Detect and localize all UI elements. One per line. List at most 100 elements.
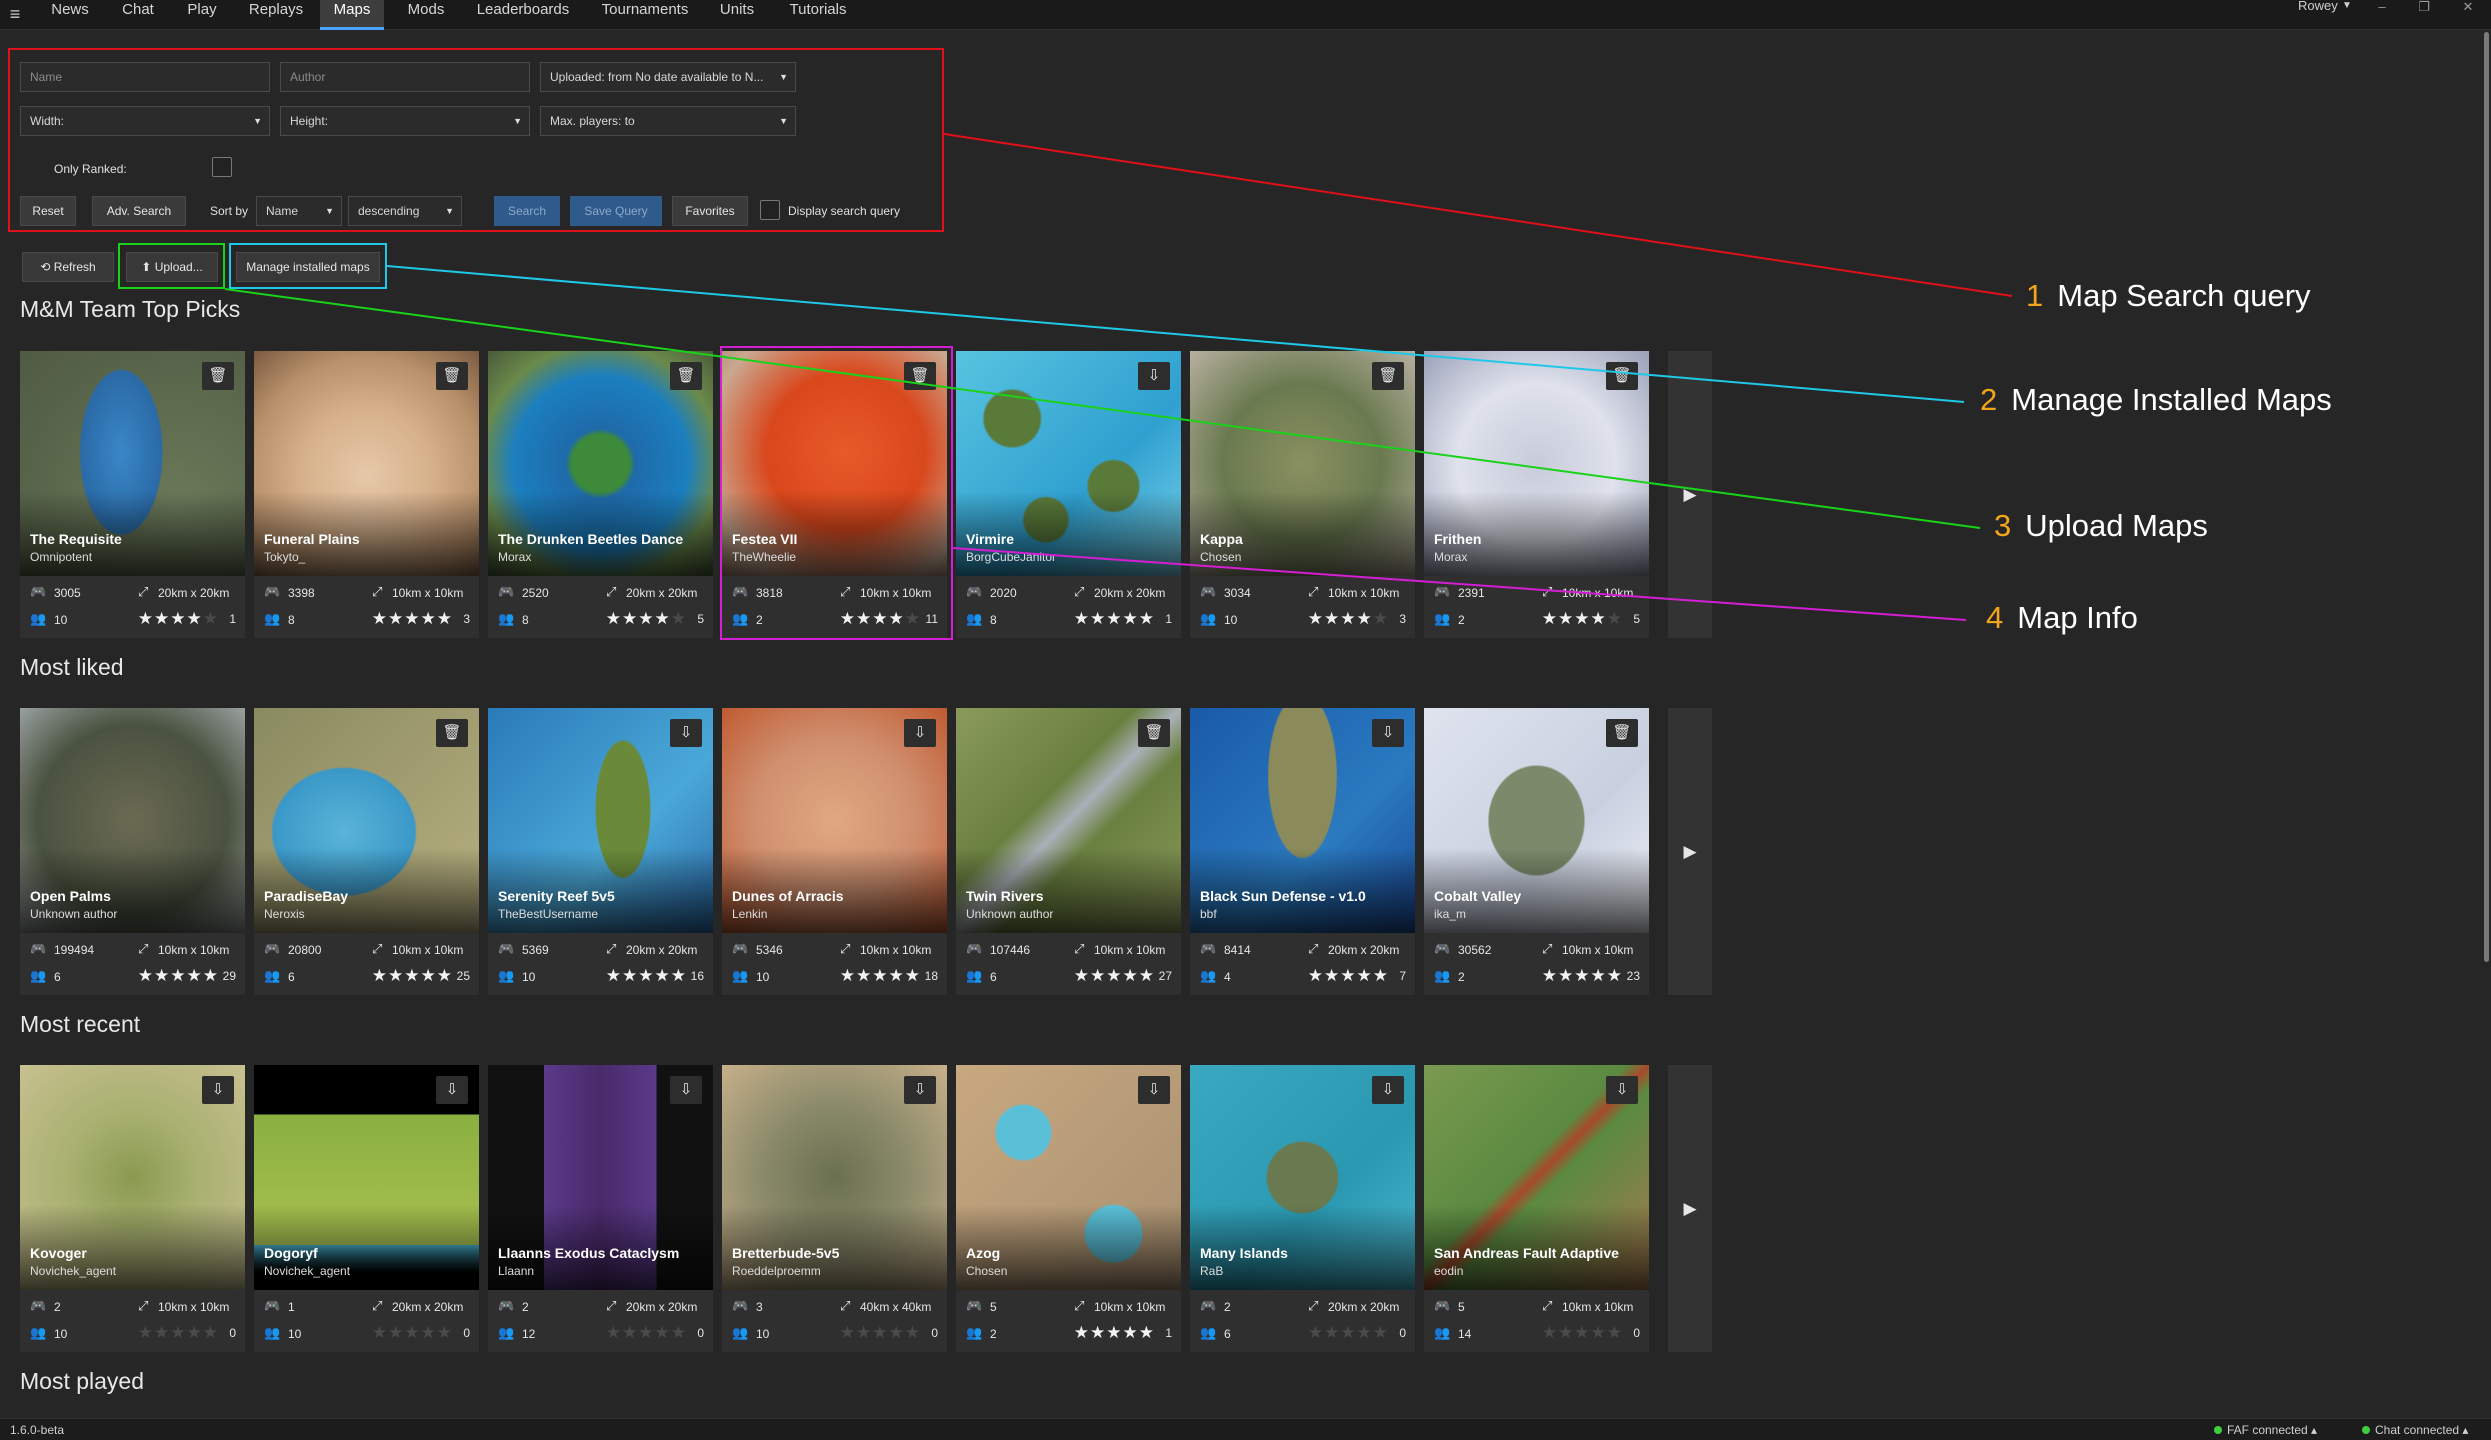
download-map-icon[interactable]: ⇩ (1138, 1076, 1170, 1104)
download-map-icon[interactable]: ⇩ (436, 1076, 468, 1104)
delete-map-icon[interactable]: 🗑 (436, 362, 468, 390)
author-search-input[interactable]: Author (280, 62, 530, 92)
tab-units[interactable]: Units (712, 0, 762, 30)
map-card[interactable]: ⇩ Kovoger Novichek_agent 🎮 2 ⤢ 10km x 10km 👥 10 ★… (20, 1065, 245, 1352)
map-card[interactable]: ⇩ Black Sun Defense - v1.0 bbf 🎮 8414 ⤢ 20km x… (1190, 708, 1415, 995)
map-name: Twin Rivers (966, 888, 1044, 904)
download-map-icon[interactable]: ⇩ (202, 1076, 234, 1104)
map-name: Bretterbude-5v5 (732, 1245, 840, 1261)
map-card[interactable]: ⇩ Dogoryf Novichek_agent 🎮 1 ⤢ 20km x 20km 👥 10 ★… (254, 1065, 479, 1352)
games-played-icon: 🎮 (732, 1298, 749, 1313)
delete-map-icon[interactable]: 🗑 (670, 362, 702, 390)
map-card[interactable]: Open Palms Unknown author 🎮 199494 ⤢ 10km x 1… (20, 708, 245, 995)
map-card[interactable]: 🗑 The Drunken Beetles Dance Morax 🎮 2520 ⤢ 20k… (488, 351, 713, 638)
map-size-icon: ⤢ (606, 584, 617, 599)
tab-tournaments[interactable]: Tournaments (592, 0, 698, 30)
next-page-arrow-icon[interactable]: ▶ (1668, 1065, 1712, 1352)
map-card[interactable]: 🗑 The Requisite Omnipotent 🎮 3005 ⤢ 20km x 20k… (20, 351, 245, 638)
tab-play[interactable]: Play (174, 0, 230, 30)
maximize-button[interactable]: ❐ (2412, 0, 2436, 16)
favorites-button[interactable]: Favorites (672, 196, 748, 226)
star-full-icon: ★ (1106, 1323, 1123, 1342)
map-card[interactable]: ⇩ Dunes of Arracis Lenkin 🎮 5346 ⤢ 10km x 10km… (722, 708, 947, 995)
map-card[interactable]: ⇩ San Andreas Fault Adaptive eodin 🎮 5 ⤢ 10km … (1424, 1065, 1649, 1352)
tab-tutorials[interactable]: Tutorials (776, 0, 860, 30)
advanced-search-button[interactable]: Adv. Search (92, 196, 186, 226)
map-card[interactable]: 🗑 Kappa Chosen 🎮 3034 ⤢ 10km x 10km 👥 10 ★★★★★ 3 (1190, 351, 1415, 638)
star-full-icon: ★ (904, 966, 921, 985)
delete-map-icon[interactable]: 🗑 (1606, 362, 1638, 390)
next-page-arrow-icon[interactable]: ▶ (1668, 708, 1712, 995)
minimize-button[interactable]: – (2370, 0, 2394, 16)
display-search-query-checkbox[interactable] (760, 200, 780, 220)
hamburger-menu-icon[interactable]: ≡ (4, 3, 26, 25)
delete-map-icon[interactable]: 🗑 (1138, 719, 1170, 747)
faf-connection-status[interactable]: FAF connected ▴ (2214, 1423, 2317, 1437)
next-page-arrow-icon[interactable]: ▶ (1668, 351, 1712, 638)
reset-button[interactable]: Reset (20, 196, 76, 226)
download-map-icon[interactable]: ⇩ (1138, 362, 1170, 390)
map-card[interactable]: 🗑 Twin Rivers Unknown author 🎮 107446 ⤢ 10km x… (956, 708, 1181, 995)
star-empty-icon: ★ (388, 1323, 405, 1342)
star-full-icon: ★ (170, 966, 187, 985)
callout-number: 3 (1994, 508, 2012, 543)
download-map-icon[interactable]: ⇩ (1606, 1076, 1638, 1104)
download-map-icon[interactable]: ⇩ (1372, 1076, 1404, 1104)
max-players-dropdown[interactable]: Max. players: to ▼ (540, 106, 796, 136)
chevron-down-icon[interactable]: ▼ (2342, 0, 2352, 11)
close-button[interactable]: ✕ (2456, 0, 2480, 16)
map-card[interactable]: 🗑 Cobalt Valley ika_m 🎮 30562 ⤢ 10km x 10km 👥 2 ★… (1424, 708, 1649, 995)
vertical-scrollbar[interactable] (2484, 32, 2489, 962)
only-ranked-label: Only Ranked: (54, 162, 127, 176)
download-map-icon[interactable]: ⇩ (670, 1076, 702, 1104)
max-players-count: 2 (1458, 970, 1465, 984)
width-dropdown[interactable]: Width: ▼ (20, 106, 270, 136)
sort-order-dropdown[interactable]: descending ▼ (348, 196, 462, 226)
user-menu[interactable]: Rowey (2298, 0, 2338, 12)
map-card[interactable]: ⇩ Many Islands RaB 🎮 2 ⤢ 20km x 20km 👥 6 ★★★★★ 0 (1190, 1065, 1415, 1352)
tab-maps[interactable]: Maps (320, 0, 384, 30)
tab-mods[interactable]: Mods (398, 0, 454, 30)
download-map-icon[interactable]: ⇩ (904, 1076, 936, 1104)
delete-map-icon[interactable]: 🗑 (202, 362, 234, 390)
download-map-icon[interactable]: ⇩ (904, 719, 936, 747)
name-search-input[interactable]: Name (20, 62, 270, 92)
save-query-button[interactable]: Save Query (570, 196, 662, 226)
players-icon: 👥 (1200, 611, 1217, 626)
map-card[interactable]: ⇩ Bretterbude-5v5 Roeddelproemm 🎮 3 ⤢ 40km x 4… (722, 1065, 947, 1352)
players-icon: 👥 (30, 611, 47, 626)
tab-chat[interactable]: Chat (110, 0, 166, 30)
sort-order-value: descending (358, 204, 420, 218)
map-card[interactable]: 🗑 Frithen Morax 🎮 2391 ⤢ 10km x 10km 👥 2 ★★★★★ 5 (1424, 351, 1649, 638)
tab-news[interactable]: News (42, 0, 98, 30)
uploaded-date-value: Uploaded: from No date available to N... (550, 70, 764, 84)
chat-connection-status[interactable]: Chat connected ▴ (2362, 1423, 2468, 1437)
download-map-icon[interactable]: ⇩ (1372, 719, 1404, 747)
map-card[interactable]: 🗑 Funeral Plains Tokyto_ 🎮 3398 ⤢ 10km x 10km 👥… (254, 351, 479, 638)
download-map-icon[interactable]: ⇩ (670, 719, 702, 747)
delete-map-icon[interactable]: 🗑 (436, 719, 468, 747)
map-card[interactable]: ⇩ Virmire BorgCubeJanitor 🎮 2020 ⤢ 20km x 20km… (956, 351, 1181, 638)
tab-leaderboards[interactable]: Leaderboards (468, 0, 578, 30)
only-ranked-checkbox[interactable] (212, 157, 232, 177)
search-button[interactable]: Search (494, 196, 560, 226)
refresh-button[interactable]: ⟲ Refresh (22, 252, 114, 282)
star-empty-icon: ★ (888, 1323, 905, 1342)
height-dropdown[interactable]: Height: ▼ (280, 106, 530, 136)
uploaded-date-dropdown[interactable]: Uploaded: from No date available to N...… (540, 62, 796, 92)
max-players-value: Max. players: to (550, 114, 635, 128)
map-card[interactable]: ⇩ Llaanns Exodus Cataclysm Llaann 🎮 2 ⤢ 20km x… (488, 1065, 713, 1352)
max-players-count: 10 (54, 613, 68, 627)
map-size-icon: ⤢ (138, 584, 149, 599)
map-card[interactable]: ⇩ Azog Chosen 🎮 5 ⤢ 10km x 10km 👥 2 ★★★★★ 1 (956, 1065, 1181, 1352)
star-empty-icon: ★ (670, 1323, 687, 1342)
map-card[interactable]: ⇩ Serenity Reef 5v5 TheBestUsername 🎮 5369 ⤢ 2… (488, 708, 713, 995)
sort-field-dropdown[interactable]: Name ▼ (256, 196, 342, 226)
tab-replays[interactable]: Replays (244, 0, 308, 30)
star-empty-icon: ★ (856, 1323, 873, 1342)
map-card[interactable]: 🗑 ParadiseBay Neroxis 🎮 20800 ⤢ 10km x 10km 👥 6 ★… (254, 708, 479, 995)
delete-map-icon[interactable]: 🗑 (1606, 719, 1638, 747)
max-players-count: 6 (288, 970, 295, 984)
players-icon: 👥 (264, 1325, 281, 1340)
delete-map-icon[interactable]: 🗑 (1372, 362, 1404, 390)
